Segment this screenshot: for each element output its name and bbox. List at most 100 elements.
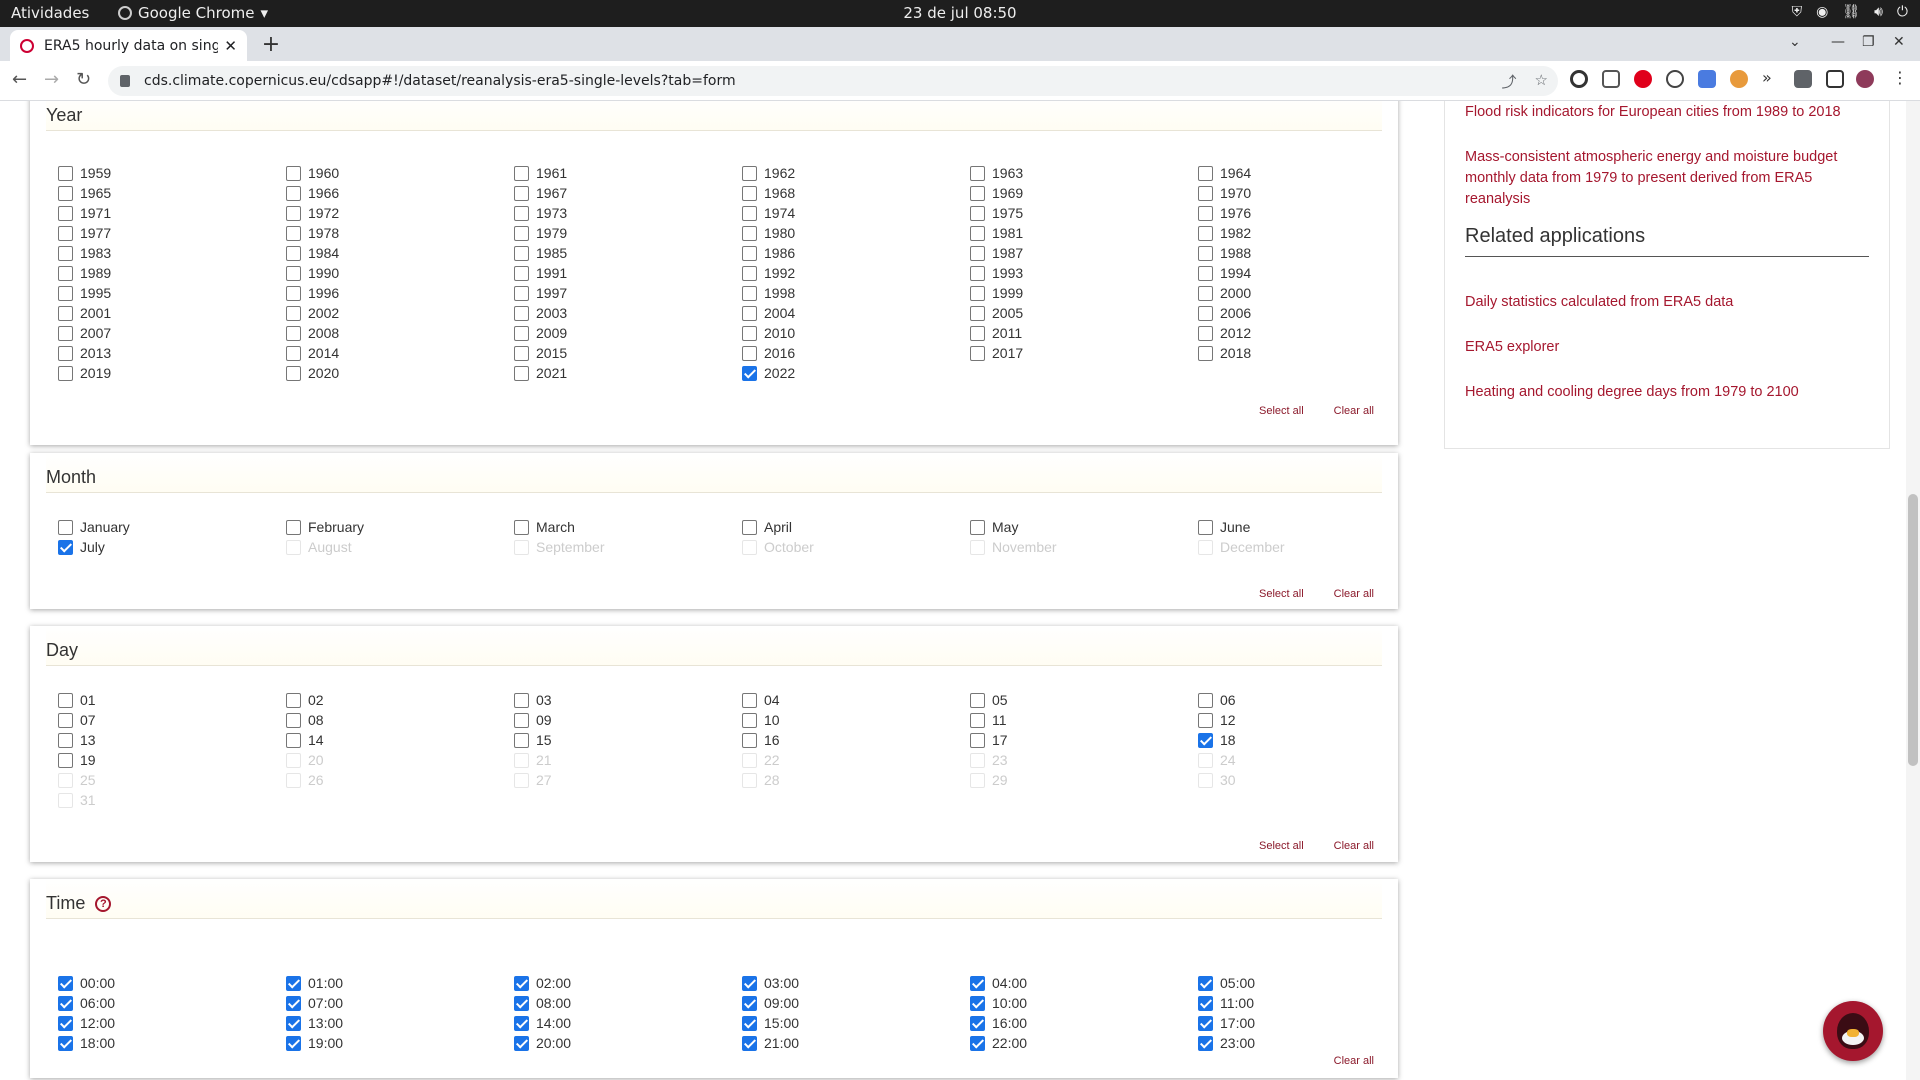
month-option[interactable]: January (58, 517, 286, 537)
day-option[interactable]: 07 (58, 710, 286, 730)
year-option[interactable]: 2018 (1198, 343, 1426, 363)
month-select-all-link[interactable]: Select all (1259, 588, 1304, 600)
year-checkbox[interactable] (742, 285, 757, 301)
time-option[interactable]: 23:00 (1198, 1033, 1426, 1053)
year-option[interactable]: 1977 (58, 223, 286, 243)
year-checkbox[interactable] (514, 165, 529, 181)
year-option[interactable]: 1962 (742, 163, 970, 183)
time-checkbox[interactable] (1198, 995, 1213, 1011)
day-option[interactable]: 19 (58, 750, 286, 770)
day-option[interactable]: 09 (514, 710, 742, 730)
year-checkbox[interactable] (58, 245, 73, 261)
year-option[interactable]: 1971 (58, 203, 286, 223)
year-checkbox[interactable] (742, 185, 757, 201)
year-checkbox[interactable] (1198, 265, 1213, 281)
day-option[interactable]: 12 (1198, 710, 1426, 730)
day-checkbox[interactable] (742, 692, 757, 708)
year-checkbox[interactable] (514, 265, 529, 281)
time-option[interactable]: 04:00 (970, 973, 1198, 993)
year-checkbox[interactable] (970, 305, 985, 321)
time-option[interactable]: 12:00 (58, 1013, 286, 1033)
time-checkbox[interactable] (286, 1015, 301, 1031)
day-option[interactable]: 08 (286, 710, 514, 730)
year-option[interactable]: 1990 (286, 263, 514, 283)
day-checkbox[interactable] (1198, 692, 1213, 708)
url-text[interactable]: cds.climate.copernicus.eu/cdsapp#!/datas… (144, 73, 736, 89)
year-checkbox[interactable] (1198, 345, 1213, 361)
year-checkbox[interactable] (1198, 325, 1213, 341)
day-checkbox[interactable] (58, 692, 73, 708)
extensions-puzzle-icon[interactable] (1794, 70, 1812, 88)
related-dataset-link-0[interactable]: Flood risk indicators for European citie… (1465, 102, 1865, 123)
year-checkbox[interactable] (58, 185, 73, 201)
year-option[interactable]: 1972 (286, 203, 514, 223)
year-checkbox[interactable] (970, 245, 985, 261)
close-tab-icon[interactable]: ✕ (224, 37, 237, 55)
time-option[interactable]: 21:00 (742, 1033, 970, 1053)
year-option[interactable]: 1979 (514, 223, 742, 243)
year-checkbox[interactable] (970, 205, 985, 221)
day-option[interactable]: 02 (286, 690, 514, 710)
minimize-icon[interactable]: — (1831, 34, 1845, 50)
year-checkbox[interactable] (286, 345, 301, 361)
time-option[interactable]: 05:00 (1198, 973, 1426, 993)
month-checkbox[interactable] (970, 519, 985, 535)
year-option[interactable]: 1992 (742, 263, 970, 283)
day-checkbox[interactable] (514, 732, 529, 748)
time-checkbox[interactable] (514, 975, 529, 991)
time-option[interactable]: 03:00 (742, 973, 970, 993)
day-clear-all-link[interactable]: Clear all (1334, 840, 1374, 852)
year-option[interactable]: 2022 (742, 363, 970, 383)
year-checkbox[interactable] (286, 325, 301, 341)
day-option[interactable]: 18 (1198, 730, 1426, 750)
month-option[interactable]: June (1198, 517, 1426, 537)
year-checkbox[interactable] (286, 265, 301, 281)
year-checkbox[interactable] (58, 265, 73, 281)
year-option[interactable]: 1978 (286, 223, 514, 243)
related-app-link-0[interactable]: Daily statistics calculated from ERA5 da… (1465, 292, 1865, 313)
year-checkbox[interactable] (286, 365, 301, 381)
year-checkbox[interactable] (970, 345, 985, 361)
time-checkbox[interactable] (970, 1015, 985, 1031)
year-option[interactable]: 1967 (514, 183, 742, 203)
day-option[interactable]: 11 (970, 710, 1198, 730)
time-checkbox[interactable] (58, 975, 73, 991)
year-option[interactable]: 2012 (1198, 323, 1426, 343)
month-checkbox[interactable] (514, 519, 529, 535)
year-checkbox[interactable] (1198, 205, 1213, 221)
year-checkbox[interactable] (286, 225, 301, 241)
year-option[interactable]: 2001 (58, 303, 286, 323)
year-checkbox[interactable] (970, 225, 985, 241)
month-clear-all-link[interactable]: Clear all (1334, 588, 1374, 600)
year-option[interactable]: 1982 (1198, 223, 1426, 243)
year-checkbox[interactable] (58, 325, 73, 341)
year-checkbox[interactable] (58, 225, 73, 241)
double-chevron-icon[interactable]: » (1762, 68, 1780, 87)
time-option[interactable]: 11:00 (1198, 993, 1426, 1013)
year-checkbox[interactable] (970, 165, 985, 181)
year-checkbox[interactable] (286, 185, 301, 201)
forward-icon[interactable]: → (44, 69, 59, 90)
time-option[interactable]: 17:00 (1198, 1013, 1426, 1033)
related-app-link-2[interactable]: Heating and cooling degree days from 197… (1465, 382, 1865, 403)
time-option[interactable]: 14:00 (514, 1013, 742, 1033)
year-option[interactable]: 1986 (742, 243, 970, 263)
year-checkbox[interactable] (58, 345, 73, 361)
year-option[interactable]: 1993 (970, 263, 1198, 283)
day-checkbox[interactable] (286, 732, 301, 748)
month-option[interactable]: July (58, 537, 286, 557)
time-checkbox[interactable] (970, 975, 985, 991)
time-option[interactable]: 07:00 (286, 993, 514, 1013)
month-option[interactable]: May (970, 517, 1198, 537)
year-option[interactable]: 1980 (742, 223, 970, 243)
day-checkbox[interactable] (742, 732, 757, 748)
month-checkbox[interactable] (58, 539, 73, 555)
time-checkbox[interactable] (742, 995, 757, 1011)
year-option[interactable]: 2000 (1198, 283, 1426, 303)
time-checkbox[interactable] (970, 995, 985, 1011)
year-option[interactable]: 2017 (970, 343, 1198, 363)
day-checkbox[interactable] (970, 712, 985, 728)
year-option[interactable]: 2007 (58, 323, 286, 343)
year-option[interactable]: 2020 (286, 363, 514, 383)
restore-icon[interactable]: ❐ (1862, 34, 1875, 50)
